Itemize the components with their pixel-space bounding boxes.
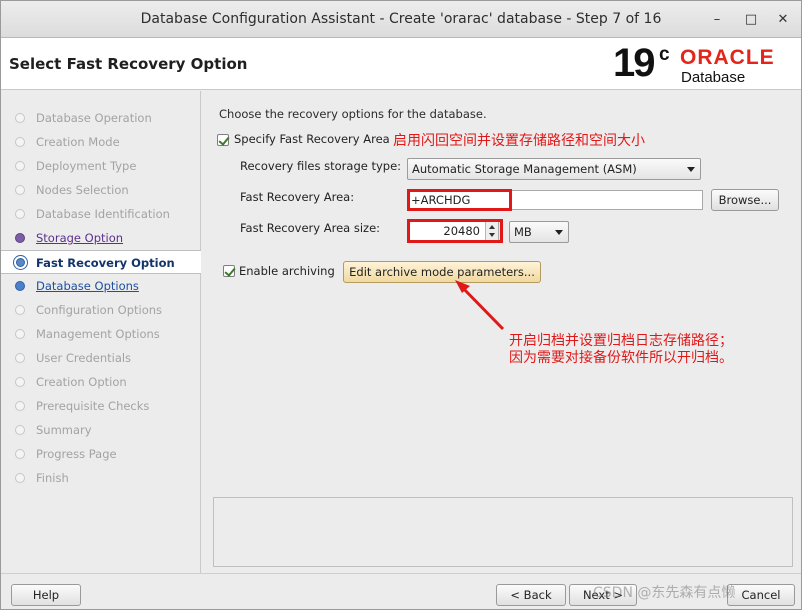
fra-location-highlight xyxy=(407,189,512,211)
window-title: Database Configuration Assistant - Creat… xyxy=(140,11,662,27)
page-description: Choose the recovery options for the data… xyxy=(219,107,487,121)
logo-version: 19 xyxy=(613,41,655,85)
step-label: Database Identification xyxy=(36,207,170,221)
logo-brand: ORACLE xyxy=(680,46,775,69)
step-label: Finish xyxy=(36,471,69,485)
step-user-credentials: User Credentials xyxy=(1,346,201,370)
step-label: Nodes Selection xyxy=(36,183,129,197)
step-dot-icon xyxy=(15,401,25,411)
csdn-watermark: CSDN @东先森有点懒 xyxy=(593,585,736,601)
step-creation-option: Creation Option xyxy=(1,370,201,394)
title-bar: Database Configuration Assistant - Creat… xyxy=(1,1,801,38)
enable-archiving-checkbox[interactable] xyxy=(223,265,235,277)
step-label: Fast Recovery Option xyxy=(36,256,175,270)
storage-type-select[interactable]: Automatic Storage Management (ASM) xyxy=(407,158,701,180)
step-dot-icon xyxy=(15,473,25,483)
step-label: Management Options xyxy=(36,327,160,341)
storage-type-value: Automatic Storage Management (ASM) xyxy=(412,162,637,176)
step-label: Deployment Type xyxy=(36,159,137,173)
step-label: Database Operation xyxy=(36,111,152,125)
step-dot-icon xyxy=(15,305,25,315)
dbca-window: Database Configuration Assistant - Creat… xyxy=(0,0,802,610)
minimize-icon[interactable]: – xyxy=(707,10,727,30)
fra-size-unit-select[interactable]: MB xyxy=(509,221,569,243)
fra-size-label: Fast Recovery Area size: xyxy=(240,221,381,235)
cancel-button[interactable]: Cancel xyxy=(727,584,795,606)
step-dot-icon xyxy=(15,449,25,459)
fra-checkbox[interactable] xyxy=(217,134,229,146)
step-dot-icon xyxy=(15,377,25,387)
step-dot-icon xyxy=(15,161,25,171)
step-management-options: Management Options xyxy=(1,322,201,346)
step-dot-icon xyxy=(15,137,25,147)
step-label[interactable]: Storage Option xyxy=(36,226,123,250)
page-title: Select Fast Recovery Option xyxy=(9,55,248,73)
help-button[interactable]: Help xyxy=(11,584,81,606)
maximize-icon[interactable]: □ xyxy=(741,10,761,30)
step-label: Configuration Options xyxy=(36,303,163,317)
step-current-icon xyxy=(16,258,25,267)
message-area xyxy=(213,497,793,567)
step-database-identification: Database Identification xyxy=(1,202,201,226)
main-panel: Choose the recovery options for the data… xyxy=(203,91,801,573)
step-summary: Summary xyxy=(1,418,201,442)
step-dot-icon xyxy=(15,329,25,339)
footer-bar: Help < Back Next > Cancel CSDN @东先森有点懒 xyxy=(1,573,801,609)
step-creation-mode: Creation Mode xyxy=(1,130,201,154)
step-dot-icon xyxy=(15,281,25,291)
archive-annotation-line2: 因为需要对接备份软件所以开归档。 xyxy=(509,350,733,366)
fra-size-unit-value: MB xyxy=(514,225,532,239)
chevron-down-icon xyxy=(555,230,563,235)
steps-sidebar: Database Operation Creation Mode Deploym… xyxy=(1,91,201,573)
step-configuration-options: Configuration Options xyxy=(1,298,201,322)
step-label: Summary xyxy=(36,423,92,437)
step-label: Creation Option xyxy=(36,375,127,389)
step-dot-icon xyxy=(15,209,25,219)
step-dot-icon xyxy=(15,233,25,243)
step-database-operation: Database Operation xyxy=(1,106,201,130)
storage-type-label: Recovery files storage type: xyxy=(240,159,402,173)
chevron-down-icon xyxy=(687,167,695,172)
back-button[interactable]: < Back xyxy=(496,584,566,606)
step-fast-recovery-option: Fast Recovery Option xyxy=(1,250,201,274)
logo-suffix: c xyxy=(659,44,670,65)
fra-size-highlight xyxy=(407,219,503,243)
step-finish: Finish xyxy=(1,466,201,490)
oracle-19c-logo: 19 c ORACLE Database xyxy=(613,40,799,88)
fra-checkbox-label: Specify Fast Recovery Area xyxy=(234,132,390,146)
fra-location-label: Fast Recovery Area: xyxy=(240,190,355,204)
fra-annotation: 启用闪回空间并设置存储路径和空间大小 xyxy=(393,133,645,149)
step-label: User Credentials xyxy=(36,351,132,365)
step-storage-option[interactable]: Storage Option xyxy=(1,226,201,250)
step-prerequisite-checks: Prerequisite Checks xyxy=(1,394,201,418)
step-dot-icon xyxy=(15,185,25,195)
step-dot-icon xyxy=(15,113,25,123)
step-label: Prerequisite Checks xyxy=(36,399,150,413)
browse-button[interactable]: Browse... xyxy=(711,189,779,211)
step-progress-page: Progress Page xyxy=(1,442,201,466)
enable-archiving-label: Enable archiving xyxy=(239,264,335,278)
step-dot-icon xyxy=(15,353,25,363)
step-database-options[interactable]: Database Options xyxy=(1,274,201,298)
logo-product: Database xyxy=(681,69,746,86)
step-nodes-selection: Nodes Selection xyxy=(1,178,201,202)
step-label: Progress Page xyxy=(36,447,117,461)
step-label[interactable]: Database Options xyxy=(36,274,139,298)
step-dot-icon xyxy=(15,425,25,435)
edit-archive-params-button[interactable]: Edit archive mode parameters... xyxy=(343,261,541,283)
page-header: Select Fast Recovery Option 19 c ORACLE … xyxy=(1,38,801,90)
close-icon[interactable]: ✕ xyxy=(773,10,793,30)
step-label: Creation Mode xyxy=(36,135,120,149)
step-deployment-type: Deployment Type xyxy=(1,154,201,178)
